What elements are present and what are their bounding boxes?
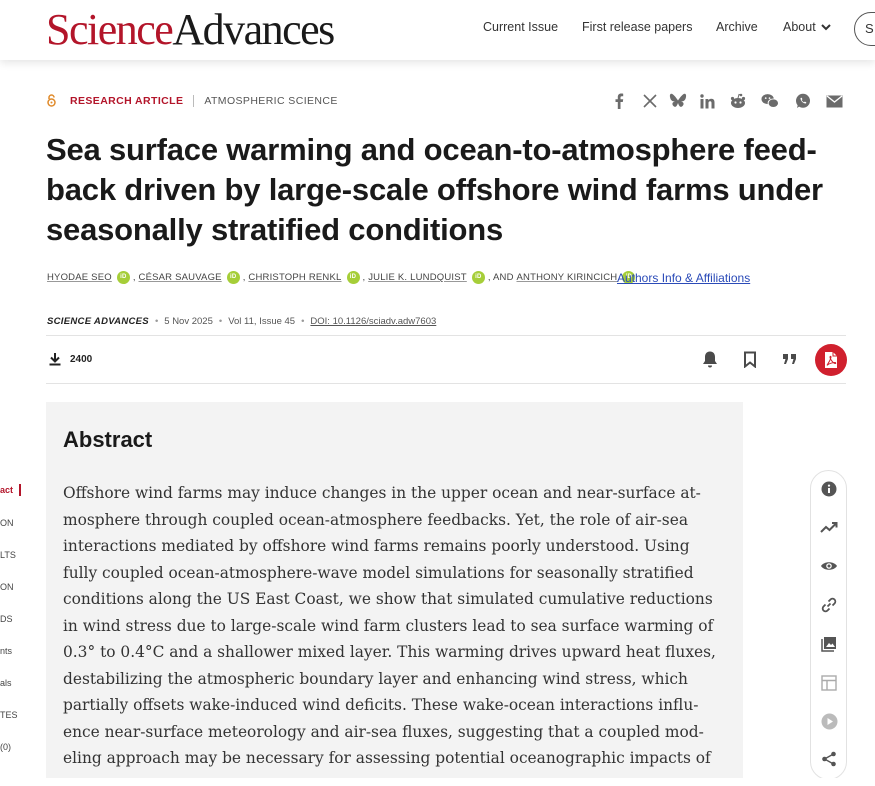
bell-icon[interactable] bbox=[699, 348, 721, 370]
article-subject-label[interactable]: ATMOSPHERIC SCIENCE bbox=[204, 95, 337, 107]
abstract-text: Offshore wind farms may induce changes i… bbox=[63, 484, 716, 767]
orcid-icon[interactable]: iD bbox=[116, 271, 130, 284]
author-name[interactable]: JULIE K. LUNDQUIST bbox=[368, 272, 467, 283]
info-icon[interactable] bbox=[820, 480, 838, 498]
toc-item[interactable]: nts bbox=[0, 646, 12, 656]
pdf-download-button[interactable] bbox=[815, 344, 847, 376]
article-title: Sea surface warming and ocean-to-atmosph… bbox=[46, 132, 823, 247]
article-type-label: RESEARCH ARTICLE bbox=[70, 94, 184, 107]
toc-item[interactable]: LTS bbox=[0, 550, 16, 560]
x-twitter-icon[interactable] bbox=[641, 92, 659, 110]
publication-date: 5 Nov 2025 bbox=[164, 316, 213, 327]
meta-dot: • bbox=[301, 316, 305, 327]
logo-science: Science bbox=[46, 5, 174, 54]
site-logo[interactable]: ScienceAdvances bbox=[46, 5, 335, 54]
download-count-value: 2400 bbox=[70, 353, 93, 365]
author-name[interactable]: CÉSAR SAUVAGE bbox=[139, 272, 222, 283]
toc-item[interactable]: ON bbox=[0, 518, 14, 528]
divider bbox=[46, 335, 846, 336]
email-icon[interactable] bbox=[825, 92, 843, 110]
nav-pill-label: S bbox=[865, 21, 874, 36]
play-icon[interactable] bbox=[820, 712, 838, 730]
table-icon[interactable] bbox=[820, 674, 838, 692]
download-icon bbox=[49, 353, 61, 366]
author-name[interactable]: HYODAE SEO bbox=[47, 272, 112, 283]
nav-about-label: About bbox=[783, 20, 816, 34]
toc-item[interactable]: TES bbox=[0, 710, 18, 720]
facebook-icon[interactable] bbox=[610, 92, 628, 110]
nav-search-pill[interactable]: S bbox=[854, 12, 875, 46]
toc-item[interactable]: (0) bbox=[0, 742, 11, 752]
pdf-icon bbox=[825, 352, 837, 368]
author-separator: , bbox=[242, 272, 246, 283]
site-header: ScienceAdvances Current Issue First rele… bbox=[0, 0, 875, 60]
orcid-icon[interactable]: iD bbox=[346, 271, 360, 284]
article-meta: SCIENCE ADVANCES • 5 Nov 2025 • Vol 11, … bbox=[47, 316, 436, 327]
linkedin-icon[interactable] bbox=[698, 92, 716, 110]
orcid-icon[interactable]: iD bbox=[226, 271, 240, 284]
author-separator: , bbox=[362, 272, 366, 283]
whatsapp-icon[interactable] bbox=[794, 92, 812, 110]
quote-icon[interactable] bbox=[779, 348, 801, 370]
share-icon[interactable] bbox=[820, 750, 838, 768]
reddit-icon[interactable] bbox=[729, 92, 747, 110]
orcid-icon[interactable]: iD bbox=[471, 271, 485, 284]
image-gallery-icon[interactable] bbox=[820, 635, 838, 653]
toc-item[interactable]: als bbox=[0, 678, 12, 688]
authors-info-affiliations-link[interactable]: Authors Info & Affiliations bbox=[617, 271, 750, 285]
meta-dot: • bbox=[218, 316, 223, 327]
article-tags: RESEARCH ARTICLE ATMOSPHERIC SCIENCE bbox=[47, 94, 338, 107]
author-separator: , AND bbox=[487, 272, 514, 283]
trending-icon[interactable] bbox=[820, 518, 838, 536]
link-icon[interactable] bbox=[820, 596, 838, 614]
nav-about[interactable]: About bbox=[783, 20, 832, 34]
download-count: 2400 bbox=[48, 352, 92, 366]
chevron-down-icon bbox=[820, 24, 831, 31]
tag-divider bbox=[193, 94, 195, 107]
right-tool-rail bbox=[810, 470, 847, 780]
logo-advances: Advances bbox=[172, 5, 335, 54]
author-name[interactable]: CHRISTOPH RENKL bbox=[248, 272, 341, 283]
open-access-icon bbox=[47, 94, 56, 107]
nav-first-release-papers[interactable]: First release papers bbox=[582, 20, 692, 34]
toc-active-indicator bbox=[19, 484, 21, 496]
toc-item-abstract[interactable]: act bbox=[0, 485, 13, 495]
wechat-icon[interactable] bbox=[761, 92, 779, 110]
toc-item[interactable]: DS bbox=[0, 614, 13, 624]
bookmark-icon[interactable] bbox=[739, 348, 761, 370]
page-bottom-edge bbox=[0, 778, 875, 786]
journal-name[interactable]: SCIENCE ADVANCES bbox=[47, 316, 149, 327]
author-separator: , bbox=[132, 272, 136, 283]
doi-link[interactable]: DOI: 10.1126/sciadv.adw7603 bbox=[310, 316, 436, 327]
meta-dot: • bbox=[154, 316, 159, 327]
volume-issue[interactable]: Vol 11, Issue 45 bbox=[228, 316, 295, 327]
abstract-heading: Abstract bbox=[63, 427, 153, 452]
author-name[interactable]: ANTHONY KIRINCICH bbox=[516, 272, 617, 283]
nav-current-issue[interactable]: Current Issue bbox=[483, 20, 558, 34]
author-list: HYODAE SEO iD , CÉSAR SAUVAGE iD , CHRIS… bbox=[47, 271, 638, 284]
bluesky-icon[interactable] bbox=[669, 92, 687, 110]
nav-archive[interactable]: Archive bbox=[716, 20, 758, 34]
abstract-section: Abstract Offshore wind farms may induce … bbox=[46, 402, 743, 786]
toc-item[interactable]: ON bbox=[0, 582, 14, 592]
divider bbox=[46, 383, 846, 384]
eye-icon[interactable] bbox=[820, 557, 838, 575]
